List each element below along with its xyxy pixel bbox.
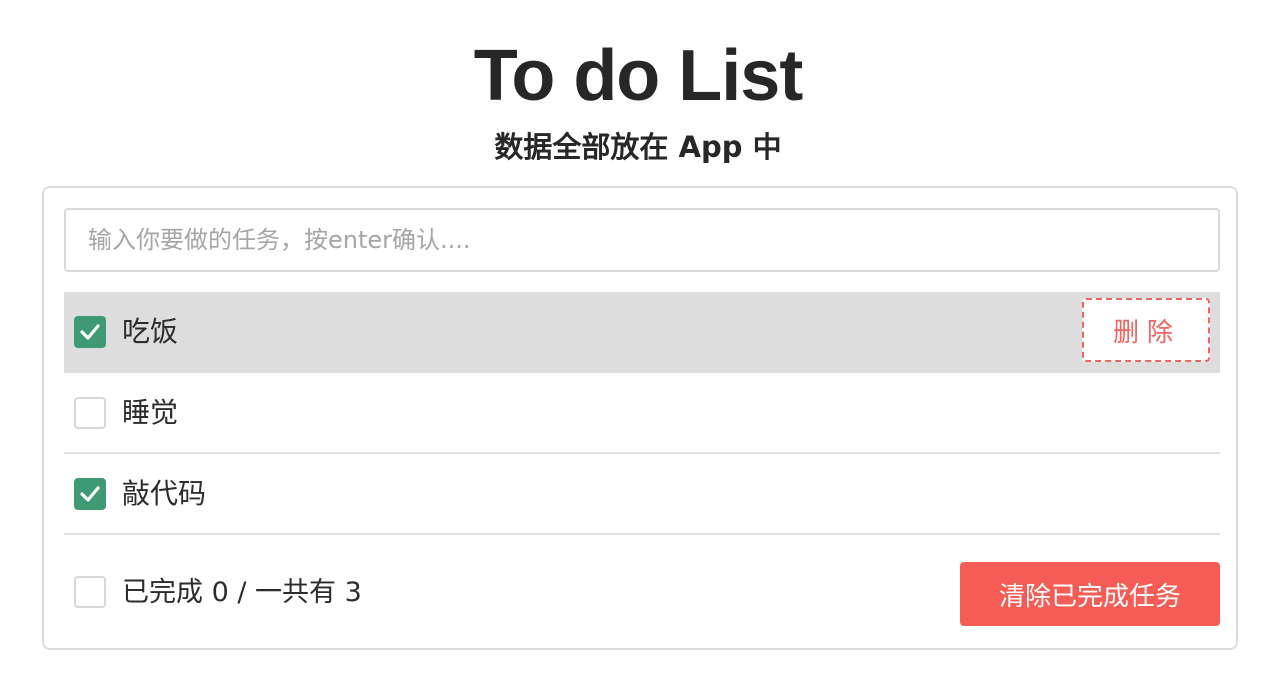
delete-button[interactable]: 删除 — [1082, 298, 1210, 362]
task-input[interactable] — [64, 208, 1220, 272]
todo-list: 吃饭 删除 睡觉 敲代码 — [64, 292, 1220, 535]
completion-summary: 已完成 0 / 一共有 3 — [122, 577, 362, 608]
todo-label: 吃饭 — [122, 315, 179, 348]
clear-completed-button[interactable]: 清除已完成任务 — [960, 562, 1220, 626]
page-title: To do List — [473, 36, 804, 116]
todo-checkbox[interactable] — [74, 316, 106, 348]
select-all-checkbox[interactable] — [74, 576, 106, 608]
page-subtitle: 数据全部放在 App 中 — [494, 130, 782, 164]
todo-label: 睡觉 — [122, 396, 179, 429]
checkmark-icon — [80, 324, 100, 340]
todo-checkbox[interactable] — [74, 478, 106, 510]
todo-item[interactable]: 吃饭 删除 — [64, 292, 1220, 373]
todo-item[interactable]: 敲代码 — [64, 454, 1220, 535]
todo-app: To do List 数据全部放在 App 中 吃饭 删除 睡觉 敲代码 — [0, 0, 1276, 692]
todo-checkbox[interactable] — [74, 397, 106, 429]
todo-item[interactable]: 睡觉 — [64, 373, 1220, 454]
todo-label: 敲代码 — [122, 477, 207, 510]
todo-footer: 已完成 0 / 一共有 3 清除已完成任务 — [64, 554, 1220, 634]
checkmark-icon — [80, 486, 100, 502]
